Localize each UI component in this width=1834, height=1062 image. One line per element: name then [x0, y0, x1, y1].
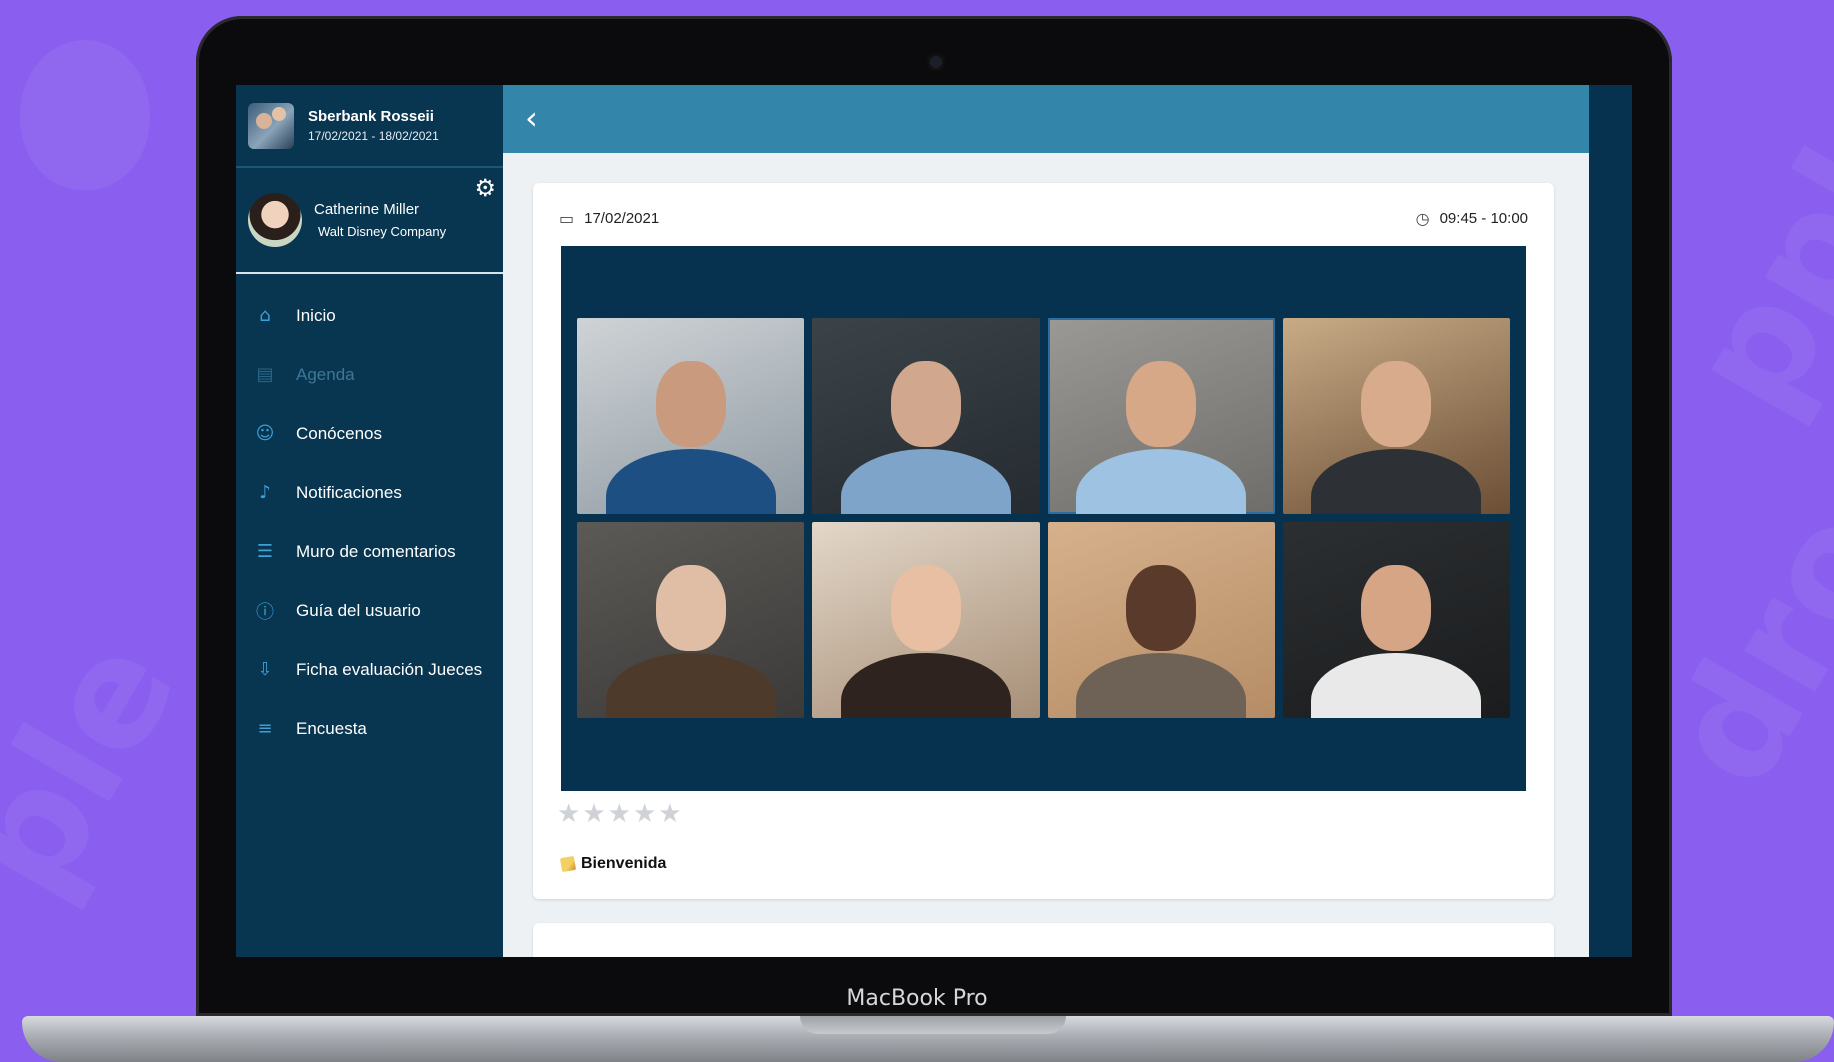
- event-avatar: [248, 102, 294, 149]
- session-date-text: 17/02/2021: [584, 210, 660, 227]
- apple-watermark: [20, 40, 150, 190]
- home-icon: ⌂: [259, 305, 271, 326]
- star-icon[interactable]: ★: [582, 799, 607, 829]
- avatar: [248, 193, 302, 247]
- video-thumbnail[interactable]: [561, 246, 1526, 791]
- agenda-icon: ▤: [256, 364, 274, 385]
- sidebar-item-encuesta[interactable]: ≡ Encuesta: [236, 699, 503, 758]
- participant-tile: [577, 522, 805, 718]
- about-icon: ☺: [255, 423, 275, 444]
- sidebar-item-label: Notificaciones: [296, 482, 402, 502]
- main-content: ▭ 17/02/2021 ◷ 09:45 - 10:00 ★★★★★ Bienv…: [503, 153, 1589, 957]
- sidebar-item-muro-de-comentarios[interactable]: ☰ Muro de comentarios: [236, 522, 503, 581]
- back-chevron-icon[interactable]: ‹: [525, 99, 538, 137]
- top-bar: ‹: [503, 85, 1589, 153]
- sidebar-item-conocenos[interactable]: ☺ Conócenos: [236, 404, 503, 463]
- watermark-text: ple: [0, 610, 211, 924]
- camera-icon: [930, 56, 942, 68]
- event-dates: 17/02/2021 - 18/02/2021: [308, 129, 439, 143]
- participant-tile: [1047, 318, 1275, 514]
- user-name: Catherine Miller: [314, 201, 420, 218]
- star-icon[interactable]: ★: [633, 799, 658, 829]
- bell-icon: ♪: [259, 482, 271, 503]
- info-icon: ⓘ: [256, 601, 274, 623]
- participant-tile: [1282, 522, 1510, 718]
- comments-icon: ☰: [256, 541, 274, 562]
- sidebar-item-label: Encuesta: [296, 718, 367, 738]
- participant-tile: [577, 318, 805, 514]
- sidebar-item-label: Inicio: [296, 305, 336, 325]
- participant-tile: [812, 318, 1040, 514]
- user-profile[interactable]: Catherine Miller Walt Disney Company ⚙: [236, 168, 503, 274]
- next-session-card[interactable]: [533, 923, 1554, 957]
- session-title[interactable]: Bienvenida: [559, 855, 667, 873]
- session-date: ▭ 17/02/2021: [559, 209, 659, 228]
- event-title: Sberbank Rosseii: [308, 108, 434, 125]
- sidebar-item-label: Ficha evaluación Jueces: [296, 659, 483, 679]
- participant-tile: [1282, 318, 1510, 514]
- device-label: MacBook Pro: [846, 986, 988, 1011]
- download-icon: ⇩: [257, 659, 273, 680]
- star-icon[interactable]: ★: [608, 799, 633, 829]
- clock-icon: ◷: [1415, 209, 1430, 228]
- sidebar-item-label: Guía del usuario: [296, 600, 421, 620]
- participants-grid: [577, 318, 1510, 718]
- sidebar-item-label: Conócenos: [296, 423, 383, 443]
- screen-edge: [1589, 85, 1632, 957]
- calendar-icon: ▭: [559, 209, 575, 228]
- star-icon[interactable]: ★: [557, 799, 582, 829]
- sidebar-item-label: Muro de comentarios: [296, 541, 456, 561]
- sidebar-item-inicio[interactable]: ⌂ Inicio: [236, 286, 503, 345]
- sidebar-item-label: Agenda: [296, 364, 355, 384]
- star-icon[interactable]: ★: [658, 799, 683, 829]
- session-time-text: 09:45 - 10:00: [1439, 210, 1528, 227]
- sidebar-item-notificaciones[interactable]: ♪ Notificaciones: [236, 463, 503, 522]
- pencil-icon: [559, 855, 577, 873]
- session-card[interactable]: ▭ 17/02/2021 ◷ 09:45 - 10:00 ★★★★★ Bienv…: [533, 183, 1554, 899]
- sidebar-item-agenda[interactable]: ▤ Agenda: [236, 345, 503, 404]
- sidebar: Sberbank Rosseii 17/02/2021 - 18/02/2021…: [236, 85, 503, 957]
- app-screen: Sberbank Rosseii 17/02/2021 - 18/02/2021…: [236, 85, 1632, 957]
- user-company: Walt Disney Company: [318, 224, 447, 239]
- session-title-text: Bienvenida: [581, 855, 667, 872]
- participant-tile: [1047, 522, 1275, 718]
- star-rating[interactable]: ★★★★★: [557, 799, 684, 829]
- gear-icon[interactable]: ⚙: [474, 174, 496, 202]
- list-icon: ≡: [257, 718, 273, 739]
- watermark-text: pple: [1656, 34, 1834, 440]
- sidebar-item-guia-del-usuario[interactable]: ⓘ Guía del usuario: [236, 581, 503, 640]
- session-time: ◷ 09:45 - 10:00: [1416, 209, 1528, 228]
- laptop-notch: [800, 1016, 1066, 1034]
- event-header[interactable]: Sberbank Rosseii 17/02/2021 - 18/02/2021: [236, 85, 503, 168]
- sidebar-item-ficha-evaluacion-jueces[interactable]: ⇩ Ficha evaluación Jueces: [236, 640, 503, 699]
- sidebar-menu: ⌂ Inicio ▤ Agenda ☺ Conócenos ♪ Notificaciones ☰…: [236, 274, 503, 758]
- participant-tile: [812, 522, 1040, 718]
